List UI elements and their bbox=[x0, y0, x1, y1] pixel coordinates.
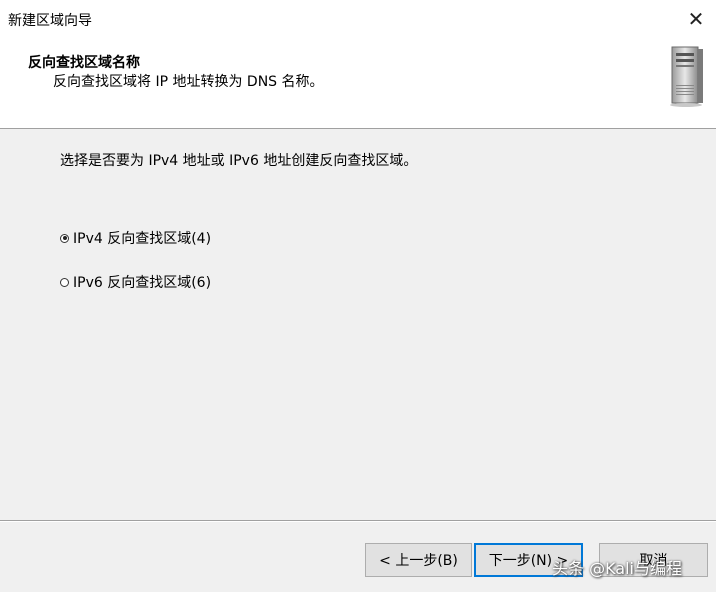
window-title: 新建区域向导 bbox=[8, 13, 92, 29]
instruction-text: 选择是否要为 IPv4 地址或 IPv6 地址创建反向查找区域。 bbox=[60, 153, 418, 169]
title-bar: 新建区域向导 ✕ bbox=[0, 0, 716, 40]
back-button[interactable]: < 上一步(B) bbox=[365, 543, 472, 577]
wizard-header: 反向查找区域名称 反向查找区域将 IP 地址转换为 DNS 名称。 bbox=[0, 40, 716, 129]
page-title: 反向查找区域名称 bbox=[28, 55, 140, 71]
server-tower-icon bbox=[670, 46, 703, 107]
radio-button-icon[interactable] bbox=[60, 233, 69, 243]
radio-ipv4-label[interactable]: IPv4 反向查找区域(4) bbox=[73, 228, 211, 248]
radio-button-icon[interactable] bbox=[60, 277, 69, 287]
close-icon[interactable]: ✕ bbox=[682, 5, 710, 33]
radio-ipv4[interactable]: IPv4 反向查找区域(4) bbox=[60, 228, 211, 248]
page-subtitle: 反向查找区域将 IP 地址转换为 DNS 名称。 bbox=[53, 74, 324, 90]
footer-divider-highlight bbox=[0, 521, 716, 522]
radio-ipv6-label[interactable]: IPv6 反向查找区域(6) bbox=[73, 272, 211, 292]
radio-ipv6[interactable]: IPv6 反向查找区域(6) bbox=[60, 272, 211, 292]
watermark-text: 头条 @Kali与编程 bbox=[552, 559, 682, 578]
